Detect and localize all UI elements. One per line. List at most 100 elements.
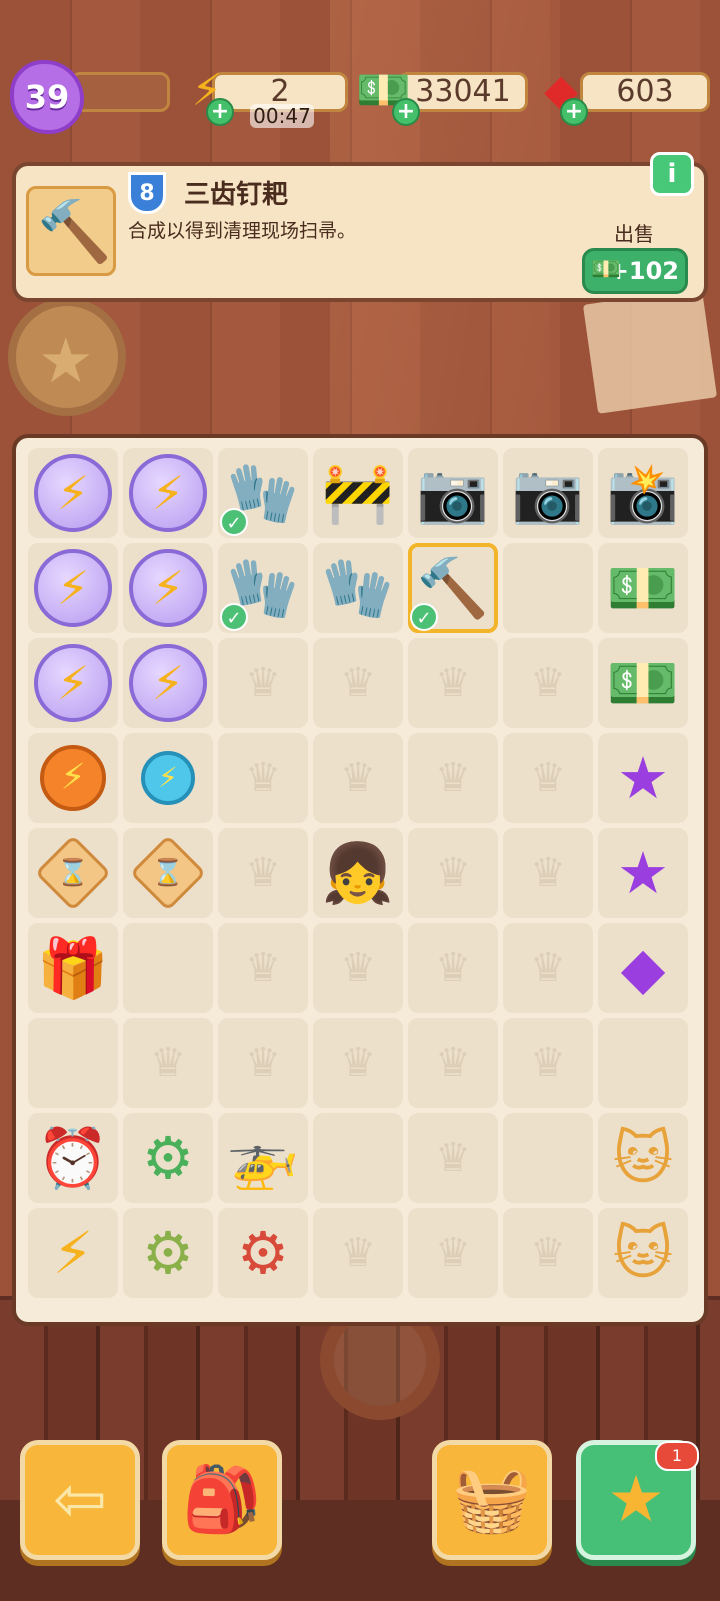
board-cell[interactable]: ♛ xyxy=(408,638,498,728)
board-cell[interactable]: ★ xyxy=(598,828,688,918)
purple-gem-icon[interactable]: ◆ xyxy=(604,929,682,1007)
energy-coin-blue-icon[interactable]: ⚡ xyxy=(141,751,195,805)
board-cell[interactable]: ⚡ xyxy=(123,448,213,538)
gem-counter[interactable]: 603 xyxy=(580,72,710,112)
board-cell[interactable]: ♛ xyxy=(408,1113,498,1203)
board-cell[interactable]: ◆ xyxy=(598,923,688,1013)
cash-stack-icon[interactable]: 💵 xyxy=(604,644,682,722)
pro-camera-icon[interactable]: 📸 xyxy=(604,454,682,532)
board-cell[interactable]: ♛ xyxy=(408,1208,498,1298)
green-machine-icon[interactable]: ⚙ xyxy=(129,1214,207,1292)
red-machine-icon[interactable]: ⚙ xyxy=(224,1214,302,1292)
board-cell[interactable]: ♛ xyxy=(313,1208,403,1298)
board-cell[interactable]: ⌛ xyxy=(123,828,213,918)
board-cell[interactable] xyxy=(598,1018,688,1108)
add-gems-button[interactable]: + xyxy=(560,98,588,126)
board-cell[interactable]: ⚙ xyxy=(123,1208,213,1298)
workbench-energy-icon[interactable]: ⚡ xyxy=(34,1214,112,1292)
board-cell[interactable]: ⚡ xyxy=(123,638,213,728)
board-cell[interactable]: ♛ xyxy=(503,1018,593,1108)
cash-pile-icon[interactable]: 💵 xyxy=(604,549,682,627)
camera-icon[interactable]: 📷 xyxy=(509,454,587,532)
board-cell[interactable]: 📸 xyxy=(598,448,688,538)
board-cell[interactable]: ⚡ xyxy=(28,1208,118,1298)
board-cell[interactable]: ♛ xyxy=(218,923,308,1013)
board-cell[interactable]: ⚡ xyxy=(28,543,118,633)
gift-box-icon[interactable]: 🎁 xyxy=(34,929,112,1007)
energy-orb-icon[interactable]: ⚡ xyxy=(129,644,207,722)
board-cell[interactable]: ⏰ xyxy=(28,1113,118,1203)
energy-orb-icon[interactable]: ⚡ xyxy=(34,454,112,532)
backpack-button[interactable]: 🎒 xyxy=(162,1440,282,1560)
energy-orb-icon[interactable]: ⚡ xyxy=(34,549,112,627)
basket-button[interactable]: 🧺 xyxy=(432,1440,552,1560)
white-glove-icon[interactable]: 🧤 xyxy=(319,549,397,627)
purple-star-icon[interactable]: ★ xyxy=(604,739,682,817)
board-cell[interactable]: 📷 xyxy=(503,448,593,538)
board-cell[interactable]: ♛ xyxy=(503,1208,593,1298)
board-cell[interactable]: 💵 xyxy=(598,638,688,728)
board-cell[interactable]: 🐱 xyxy=(598,1113,688,1203)
board-cell[interactable]: ⚙ xyxy=(218,1208,308,1298)
board-cell[interactable]: ♛ xyxy=(218,638,308,728)
board-cell[interactable]: 📷 xyxy=(408,448,498,538)
character-icon[interactable]: 👧 xyxy=(319,834,397,912)
board-cell[interactable]: ♛ xyxy=(503,923,593,1013)
road-barrier-icon[interactable]: 🚧 xyxy=(319,454,397,532)
workbench-clock-icon[interactable]: ⏰ xyxy=(34,1119,112,1197)
board-cell[interactable]: ⚡ xyxy=(28,733,118,823)
board-cell[interactable]: ♛ xyxy=(503,733,593,823)
board-cell[interactable] xyxy=(503,1113,593,1203)
board-cell[interactable]: 🧤 ✓ xyxy=(218,543,308,633)
energy-coin-orange-icon[interactable]: ⚡ xyxy=(40,745,106,811)
board-cell[interactable]: ⌛ xyxy=(28,828,118,918)
board-cell[interactable] xyxy=(123,923,213,1013)
board-cell[interactable]: ♛ xyxy=(313,1018,403,1108)
board-cell[interactable]: ♛ xyxy=(408,828,498,918)
board-cell[interactable]: ♛ xyxy=(408,733,498,823)
lucky-cat-icon[interactable]: 🐱 xyxy=(604,1119,682,1197)
energy-orb-icon[interactable]: ⚡ xyxy=(129,549,207,627)
board-cell[interactable]: ⚡ xyxy=(28,638,118,728)
board-cell[interactable] xyxy=(503,543,593,633)
board-cell[interactable]: ⚡ xyxy=(123,733,213,823)
board-cell[interactable]: ♛ xyxy=(218,1018,308,1108)
energy-orb-icon[interactable]: ⚡ xyxy=(34,644,112,722)
board-cell[interactable]: ♛ xyxy=(123,1018,213,1108)
energy-orb-icon[interactable]: ⚡ xyxy=(129,454,207,532)
add-energy-button[interactable]: + xyxy=(206,98,234,126)
board-cell[interactable]: ♛ xyxy=(313,923,403,1013)
board-cell[interactable]: ⚡ xyxy=(28,448,118,538)
board-cell[interactable]: ★ xyxy=(598,733,688,823)
board-cell[interactable]: 🧤 xyxy=(313,543,403,633)
board-cell[interactable] xyxy=(313,1113,403,1203)
purple-star-smile-icon[interactable]: ★ xyxy=(604,834,682,912)
board-cell[interactable]: 🚧 xyxy=(313,448,403,538)
sell-button[interactable]: 💵 +102 xyxy=(582,248,688,294)
board-cell[interactable]: ♛ xyxy=(218,828,308,918)
board-cell[interactable] xyxy=(28,1018,118,1108)
star-rewards-button[interactable]: ★ 1 xyxy=(576,1440,699,1560)
info-button[interactable]: i xyxy=(650,152,694,196)
camera-icon[interactable]: 📷 xyxy=(414,454,492,532)
board-cell[interactable]: ♛ xyxy=(503,828,593,918)
level-badge[interactable]: 39 xyxy=(10,60,84,134)
board-cell[interactable]: ⚡ xyxy=(123,543,213,633)
board-cell[interactable]: 👧 xyxy=(313,828,403,918)
board-cell[interactable]: ♛ xyxy=(408,1018,498,1108)
board-cell[interactable]: ♛ xyxy=(218,733,308,823)
green-machine-icon[interactable]: ⚙ xyxy=(129,1119,207,1197)
level-progress-bar[interactable] xyxy=(70,72,170,112)
board-cell[interactable]: 🔨 ✓ xyxy=(408,543,498,633)
hourglass-icon[interactable]: ⌛ xyxy=(129,834,207,912)
back-button[interactable]: ⇦ xyxy=(20,1440,140,1560)
board-cell[interactable]: 💵 xyxy=(598,543,688,633)
board-cell[interactable]: ♛ xyxy=(408,923,498,1013)
helicopter-icon[interactable]: 🚁 xyxy=(224,1119,302,1197)
board-cell[interactable]: 🎁 xyxy=(28,923,118,1013)
board-cell[interactable]: 🐱 xyxy=(598,1208,688,1298)
board-cell[interactable]: ⚙ xyxy=(123,1113,213,1203)
board-cell[interactable]: 🚁 xyxy=(218,1113,308,1203)
board-cell[interactable]: 🧤 ✓ xyxy=(218,448,308,538)
hourglass-icon[interactable]: ⌛ xyxy=(34,834,112,912)
